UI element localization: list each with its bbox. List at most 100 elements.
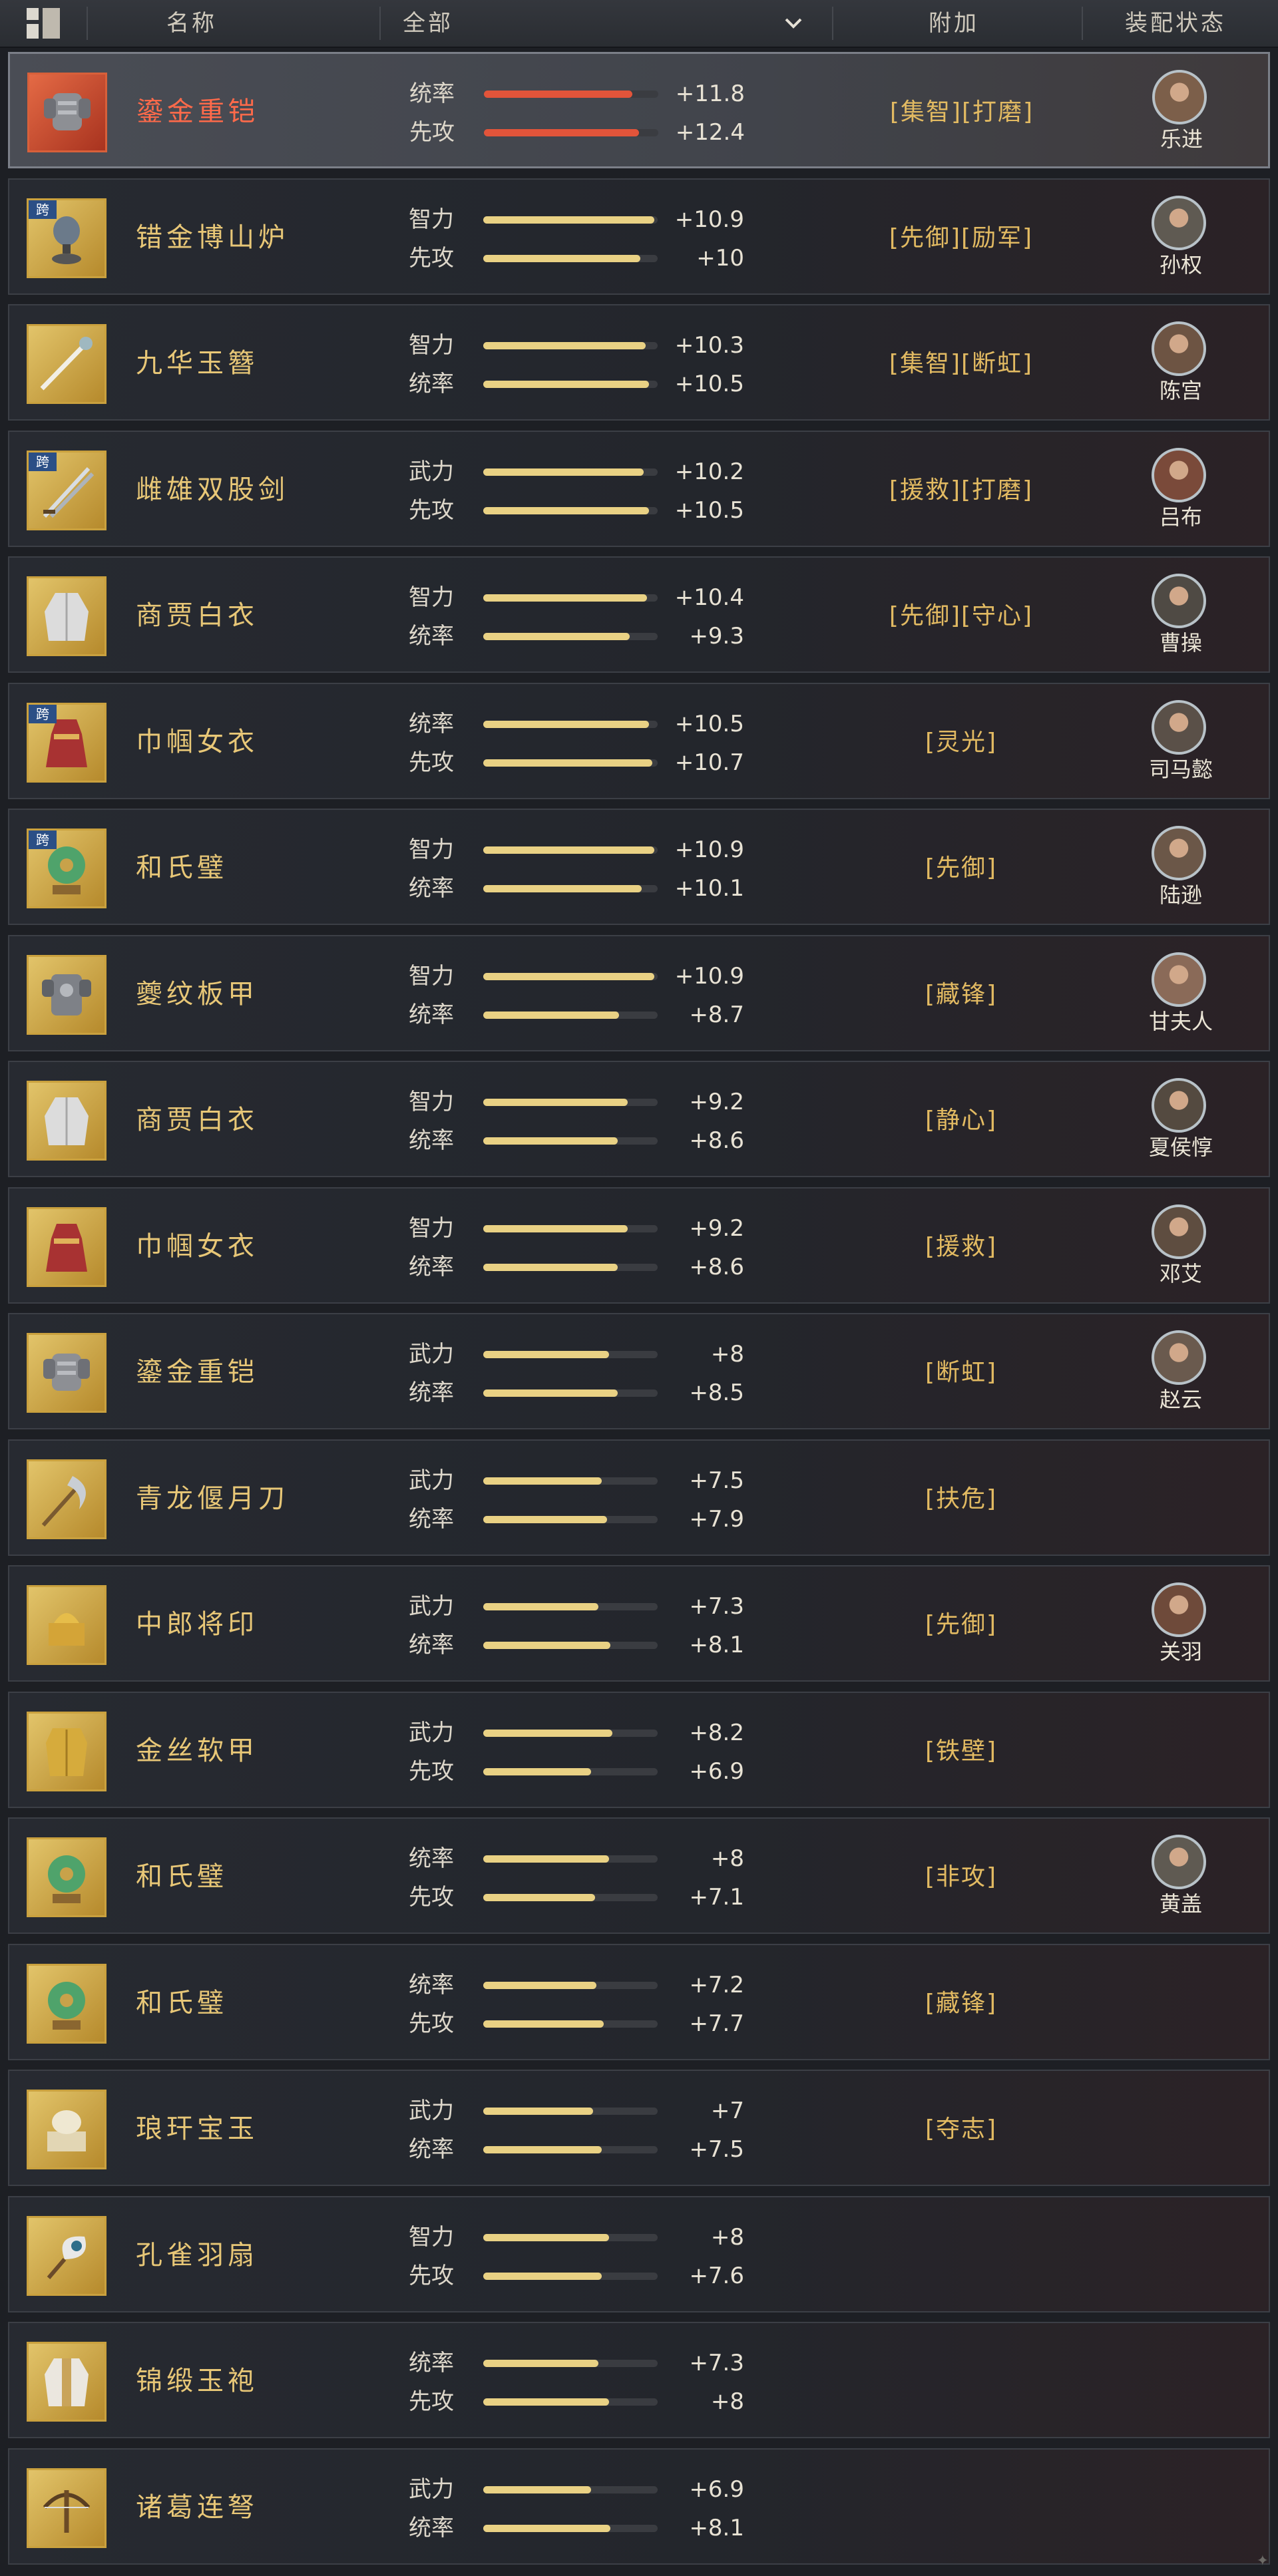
equipped-by[interactable]: 夏侯惇 xyxy=(1141,1078,1221,1171)
layout-toggle-icon[interactable] xyxy=(27,8,60,39)
name-column-header[interactable]: 名称 xyxy=(166,0,217,47)
list-item[interactable]: 诸葛连弩 武力 +6.9 统率 +8.1 xyxy=(8,2448,1270,2565)
list-item[interactable]: 跨巾帼女衣 统率 +10.5 先攻 +10.7 [灵光] 司马懿 xyxy=(8,683,1270,799)
list-item[interactable]: 夔纹板甲 智力 +10.9 统率 +8.7 [藏锋] 甘夫人 xyxy=(8,935,1270,1051)
stat-bar xyxy=(483,885,658,892)
item-thumbnail[interactable]: 跨 xyxy=(27,198,106,278)
item-thumbnail[interactable] xyxy=(27,1459,106,1539)
item-thumbnail[interactable] xyxy=(27,1585,106,1665)
filter-select[interactable]: 全部 xyxy=(403,0,453,47)
item-thumbnail[interactable] xyxy=(27,73,107,152)
item-thumbnail[interactable] xyxy=(27,324,106,404)
list-item[interactable]: 和氏璧 统率 +8 先攻 +7.1 [非攻] 黄盖 xyxy=(8,1817,1270,1934)
extra-column-header[interactable]: 附加 xyxy=(929,0,979,47)
item-thumbnail[interactable]: 跨 xyxy=(27,703,106,783)
avatar[interactable] xyxy=(1152,1582,1206,1637)
equipped-by[interactable]: 陈宫 xyxy=(1141,321,1221,415)
equipped-by[interactable]: 甘夫人 xyxy=(1141,952,1221,1045)
stat-value: +7.7 xyxy=(689,2010,744,2037)
list-item[interactable]: 青龙偃月刀 武力 +7.5 统率 +7.9 [扶危] xyxy=(8,1439,1270,1556)
item-name: 锦缎玉袍 xyxy=(136,2366,258,2396)
stat-row: 武力 +7.3 xyxy=(409,1593,755,1620)
status-column-header[interactable]: 装配状态 xyxy=(1125,0,1226,47)
avatar[interactable] xyxy=(1152,700,1206,755)
list-item[interactable]: 跨雌雄双股剑 武力 +10.2 先攻 +10.5 [援救][打磨] 吕布 xyxy=(8,431,1270,547)
item-thumbnail[interactable] xyxy=(27,1964,106,2044)
stat-label: 智力 xyxy=(409,1215,454,1242)
stat-label: 统率 xyxy=(409,1972,454,1998)
seal-icon xyxy=(49,1613,85,1646)
list-item[interactable]: 鎏金重铠 武力 +8 统率 +8.5 [断虹] 赵云 xyxy=(8,1313,1270,1429)
item-thumbnail[interactable] xyxy=(27,2468,106,2548)
equipped-by[interactable]: 关羽 xyxy=(1141,1582,1221,1676)
avatar[interactable] xyxy=(1152,321,1206,376)
list-item[interactable]: 跨错金博山炉 智力 +10.9 先攻 +10 [先御][励军] 孙权 xyxy=(8,178,1270,295)
stat-row: 统率 +8.1 xyxy=(409,2515,755,2541)
item-thumbnail[interactable] xyxy=(27,2342,106,2422)
stat-bar xyxy=(483,594,658,602)
list-item[interactable]: 琅玕宝玉 武力 +7 统率 +7.5 [夺志] xyxy=(8,2070,1270,2186)
cross-server-badge: 跨 xyxy=(29,830,57,849)
list-item[interactable]: 金丝软甲 武力 +8.2 先攻 +6.9 [铁壁] xyxy=(8,1692,1270,1808)
equipped-by[interactable]: 陆逊 xyxy=(1141,826,1221,919)
avatar[interactable] xyxy=(1152,448,1206,502)
owner-name: 陈宫 xyxy=(1159,378,1202,403)
item-thumbnail[interactable]: 跨 xyxy=(27,828,106,908)
item-thumbnail[interactable] xyxy=(27,2090,106,2169)
item-thumbnail[interactable] xyxy=(27,1207,106,1287)
item-thumbnail[interactable] xyxy=(27,1837,106,1917)
list-item[interactable]: 九华玉簪 智力 +10.3 统率 +10.5 [集智][断虹] 陈宫 xyxy=(8,304,1270,421)
item-name: 错金博山炉 xyxy=(136,222,289,253)
gold-vest-icon xyxy=(46,1728,87,1776)
item-thumbnail[interactable] xyxy=(27,1081,106,1161)
equipped-by[interactable]: 赵云 xyxy=(1141,1330,1221,1423)
item-thumbnail[interactable] xyxy=(27,1712,106,1791)
stat-value: +8 xyxy=(710,2224,744,2251)
list-item[interactable]: 商贾白衣 智力 +9.2 统率 +8.6 [静心] 夏侯惇 xyxy=(8,1061,1270,1177)
stat-row: 先攻 +6.9 xyxy=(409,1758,755,1785)
avatar[interactable] xyxy=(1152,196,1206,250)
avatar[interactable] xyxy=(1152,1330,1206,1385)
item-thumbnail[interactable] xyxy=(27,576,106,656)
avatar[interactable] xyxy=(1152,826,1206,880)
plate-armor-icon xyxy=(42,974,91,1015)
avatar[interactable] xyxy=(1152,1835,1206,1889)
stat-label: 智力 xyxy=(409,584,454,611)
stat-bar-fill xyxy=(483,2234,609,2241)
avatar[interactable] xyxy=(1152,574,1206,628)
list-item[interactable]: 跨和氏璧 智力 +10.9 统率 +10.1 [先御] 陆逊 xyxy=(8,809,1270,925)
stat-row: 武力 +8.2 xyxy=(409,1720,755,1746)
equipped-by[interactable]: 邓艾 xyxy=(1141,1204,1221,1298)
stat-bar-fill xyxy=(483,2360,598,2367)
white-robe-icon xyxy=(45,1097,89,1145)
avatar[interactable] xyxy=(1152,70,1207,124)
avatar[interactable] xyxy=(1152,952,1206,1007)
owner-name: 吕布 xyxy=(1159,504,1202,530)
equipped-by[interactable]: 吕布 xyxy=(1141,448,1221,541)
stat-label: 先攻 xyxy=(409,2388,454,2415)
equipped-by[interactable]: 乐进 xyxy=(1142,70,1221,163)
stat-bar xyxy=(483,1603,658,1610)
white-robe-icon xyxy=(45,593,89,641)
list-item[interactable]: 锦缎玉袍 统率 +7.3 先攻 +8 xyxy=(8,2322,1270,2438)
item-thumbnail[interactable] xyxy=(27,1333,106,1413)
equipped-by[interactable]: 司马懿 xyxy=(1141,700,1221,793)
equipped-by[interactable]: 黄盖 xyxy=(1141,1835,1221,1928)
list-item[interactable]: 商贾白衣 智力 +10.4 统率 +9.3 [先御][守心] 曹操 xyxy=(8,556,1270,673)
chevron-down-icon[interactable] xyxy=(784,13,803,32)
equipped-by[interactable]: 曹操 xyxy=(1141,574,1221,667)
item-thumbnail[interactable]: 跨 xyxy=(27,451,106,530)
avatar[interactable] xyxy=(1152,1078,1206,1133)
list-item[interactable]: 中郎将印 武力 +7.3 统率 +8.1 [先御] 关羽 xyxy=(8,1565,1270,1682)
item-thumbnail[interactable] xyxy=(27,2216,106,2296)
list-item[interactable]: 鎏金重铠 统率 +11.8 先攻 +12.4 [集智][打磨] 乐进 xyxy=(8,52,1270,168)
equipped-by[interactable]: 孙权 xyxy=(1141,196,1221,289)
extra-attributes: [先御] xyxy=(925,854,998,882)
list-item[interactable]: 和氏璧 统率 +7.2 先攻 +7.7 [藏锋] xyxy=(8,1944,1270,2060)
list-item[interactable]: 巾帼女衣 智力 +9.2 统率 +8.6 [援救] 邓艾 xyxy=(8,1187,1270,1304)
stat-row: 统率 +8.7 xyxy=(409,1002,755,1028)
list-item[interactable]: 孔雀羽扇 智力 +8 先攻 +7.6 xyxy=(8,2196,1270,2312)
avatar[interactable] xyxy=(1152,1204,1206,1259)
item-thumbnail[interactable] xyxy=(27,955,106,1035)
stat-row: 统率 +8.6 xyxy=(409,1127,755,1154)
